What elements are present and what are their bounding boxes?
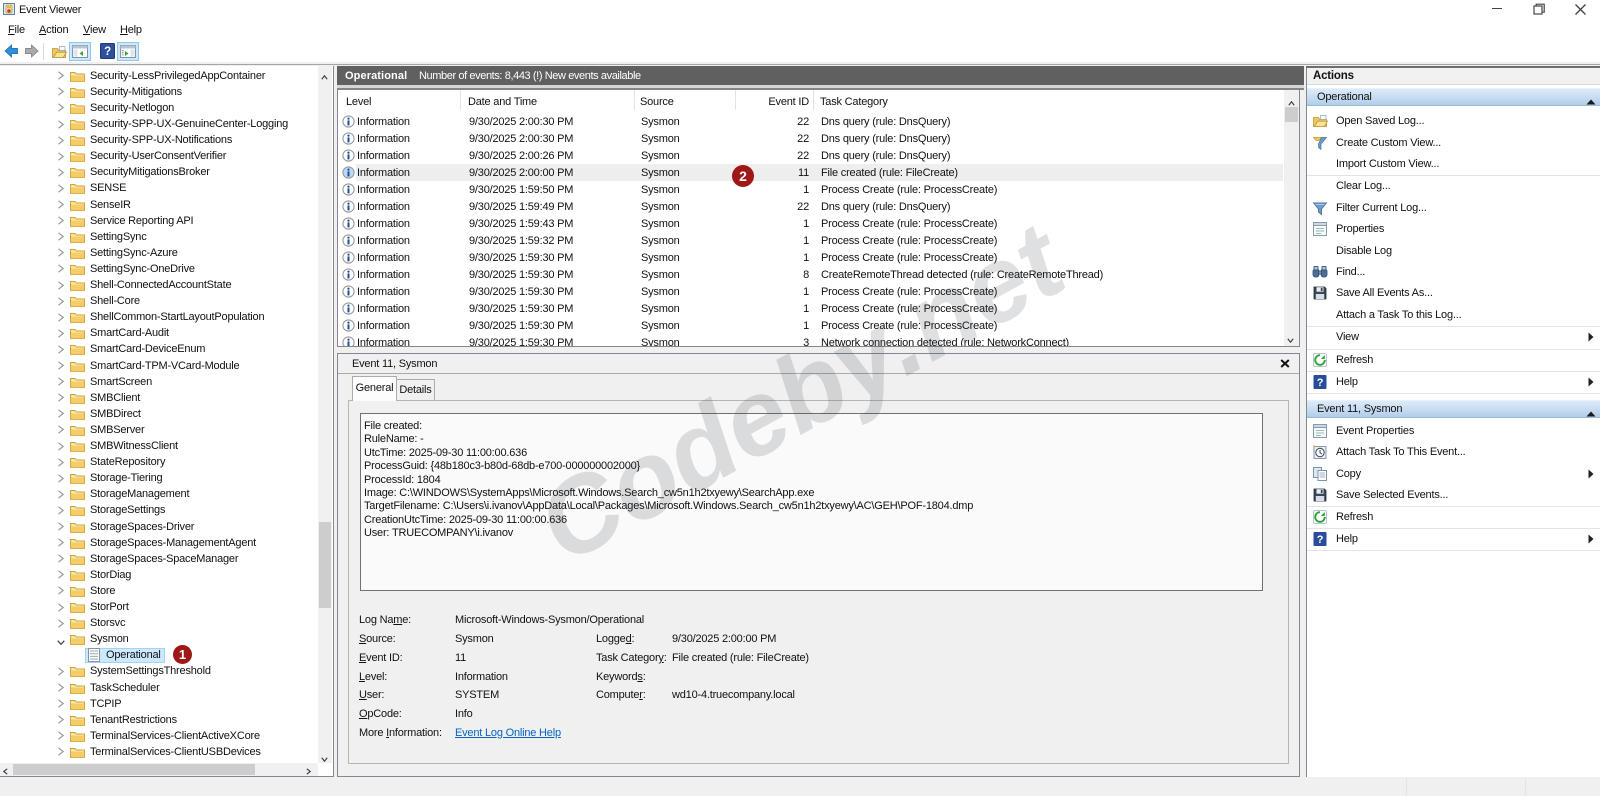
svg-text:?: ? <box>1317 377 1324 389</box>
svg-text:?: ? <box>104 46 111 58</box>
svg-text:?: ? <box>1317 534 1324 546</box>
